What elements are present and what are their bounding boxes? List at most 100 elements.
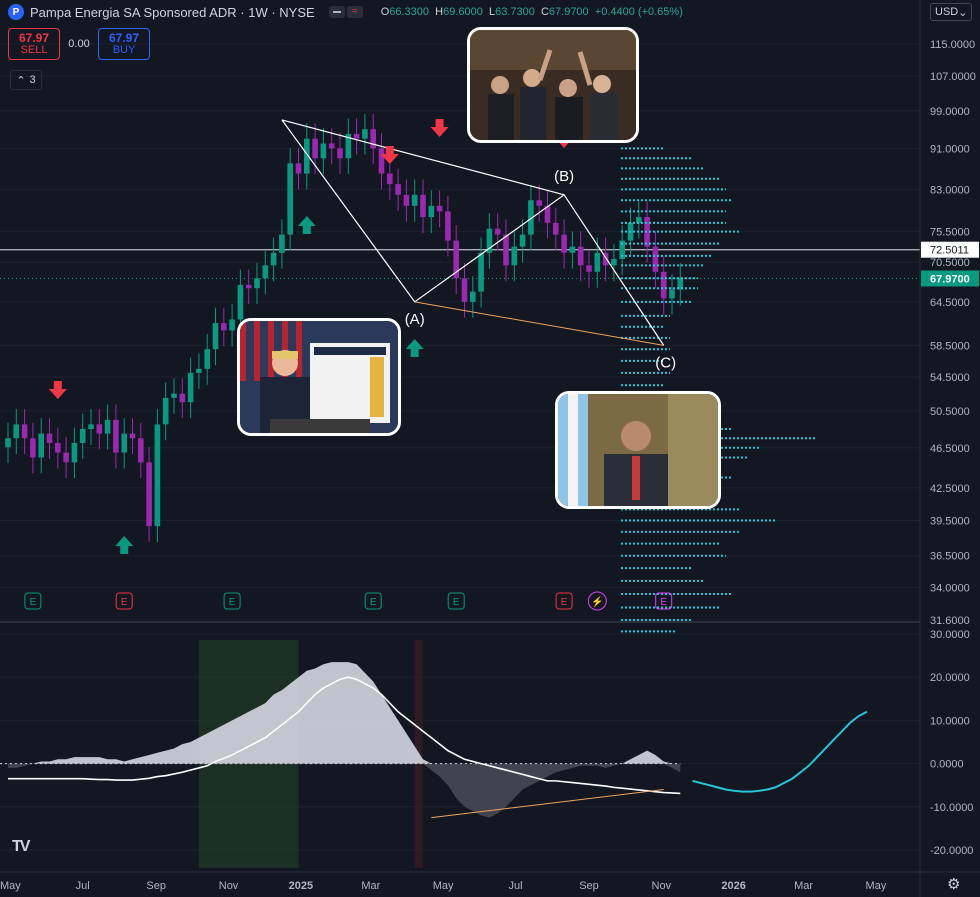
price-tick-label: 83.0000 — [930, 184, 970, 196]
candle-body — [660, 271, 667, 299]
buy-price: 67.97 — [108, 31, 140, 45]
price-tick-label: 31.6000 — [930, 615, 970, 627]
candle-body — [320, 143, 327, 159]
indicator-count: 3 — [29, 74, 36, 86]
price-tick-label: 54.5000 — [930, 372, 970, 384]
price-tick-label: 46.5000 — [930, 443, 970, 455]
price-tick-label: 75.5000 — [930, 227, 970, 239]
indicators-collapse-button[interactable]: ⌃ 3 — [10, 70, 42, 90]
volume-profile — [621, 147, 817, 633]
candle-body — [478, 252, 484, 292]
trade-panel: 67.97 SELL 0.00 67.97 BUY — [8, 28, 150, 60]
price-tick-label: 70.5000 — [930, 257, 970, 269]
price-axis: 115.0000 107.0000 99.0000 91.0000 83.0000 75.… — [919, 0, 980, 897]
earnings-marker-label: E — [370, 597, 377, 608]
candle-body — [436, 205, 443, 212]
candle-body — [494, 228, 501, 235]
candle-body — [428, 205, 435, 218]
chevron-up-icon: ⌃ — [16, 74, 26, 87]
close-value: 67.9700 — [548, 6, 589, 18]
time-tick-label: Jul — [76, 880, 90, 892]
candle-body — [154, 424, 161, 527]
candle-body — [511, 246, 518, 266]
eye-icon[interactable] — [328, 6, 345, 18]
price-tick-label: 91.0000 — [930, 143, 970, 155]
candle-body — [63, 452, 69, 463]
earnings-marker-label: E — [121, 597, 128, 608]
candle-body — [461, 278, 468, 302]
candle-body — [370, 129, 376, 149]
wave-label: (A) — [405, 311, 425, 328]
price-tick-label: 42.5000 — [930, 483, 970, 495]
photo-official-argentina — [555, 391, 721, 509]
price-tick-label: 39.5000 — [930, 516, 970, 528]
candle-body — [104, 419, 111, 434]
tradingview-logo-icon[interactable]: TV — [12, 838, 31, 856]
candle-body — [171, 393, 177, 398]
wave-icon[interactable]: ≈ — [346, 6, 363, 18]
candle-body — [245, 284, 252, 289]
photo-crowd-celebrating — [467, 27, 639, 143]
spread-value: 0.00 — [68, 38, 90, 50]
candle-body — [536, 200, 542, 206]
candle-body — [594, 252, 601, 272]
oscillator-tick-label: 20.0000 — [930, 672, 970, 684]
symbol-logo-icon: P — [8, 4, 24, 20]
earnings-marker-label: E — [30, 597, 37, 608]
candle-body — [179, 393, 186, 403]
price-tick-label: 107.0000 — [930, 71, 976, 83]
candle-body — [403, 194, 410, 206]
earnings-markers: E E E E E E ⚡ E — [24, 591, 673, 611]
candle-body — [569, 246, 576, 253]
symbol-title[interactable]: Pampa Energia SA Sponsored ADR · 1W · NY… — [30, 5, 315, 20]
arrow-up-icon — [115, 536, 134, 554]
candle-body — [387, 173, 393, 185]
sell-price: 67.97 — [18, 31, 50, 45]
low-value: 63.7300 — [495, 6, 535, 18]
candle-body — [229, 319, 235, 331]
price-tick-label: 115.0000 — [930, 39, 975, 51]
symbol-legend: P Pampa Energia SA Sponsored ADR · 1W · … — [8, 4, 683, 20]
time-tick-label: Jul — [508, 880, 522, 892]
wave-label: (C) — [655, 354, 676, 371]
candle-body — [55, 442, 61, 453]
photo-speaker-tariffs — [237, 318, 401, 436]
candle-body — [204, 349, 210, 369]
candle-body — [553, 222, 559, 235]
candle-body — [237, 284, 244, 320]
last-price-label: 67.9700 — [930, 273, 970, 285]
indicator-toggles[interactable]: ≈ — [328, 6, 363, 18]
high-value: 69.6000 — [443, 6, 483, 18]
candle-body — [420, 194, 426, 218]
oscillator-tick-label: 10.0000 — [930, 715, 970, 727]
oscillator-negative-area — [8, 763, 681, 818]
candle-body — [79, 428, 86, 443]
currency-selector[interactable]: USD ⌄ — [930, 3, 972, 21]
wave-label: (B) — [554, 168, 574, 185]
oscillator-tick-label: -20.0000 — [930, 845, 973, 857]
candle-body — [669, 289, 675, 299]
candle-body — [162, 397, 169, 425]
price-tick-label: 99.0000 — [930, 106, 970, 118]
time-tick-label: Nov — [652, 880, 672, 892]
buy-button[interactable]: 67.97 BUY — [98, 28, 150, 60]
candle-body — [5, 438, 11, 448]
candle-body — [196, 368, 202, 373]
time-tick-label: Mar — [361, 880, 380, 892]
crowd-image — [470, 30, 636, 140]
speaker-image — [240, 321, 398, 433]
candle-body — [503, 234, 509, 266]
candle-body — [21, 424, 28, 439]
candle-body — [295, 163, 302, 174]
oscillator-forecast-line — [692, 710, 868, 793]
candle-body — [71, 442, 78, 463]
gear-icon[interactable]: ⚙ — [947, 875, 960, 893]
official-image — [558, 394, 718, 506]
earnings-marker-label: E — [229, 597, 236, 608]
time-axis: May Jul Sep Nov 2025 Mar May Jul Sep Nov 2026 Mar Ma… — [0, 871, 980, 892]
sell-button[interactable]: 67.97 SELL — [8, 28, 60, 60]
time-tick-label: Sep — [579, 880, 599, 892]
oscillator-tick-label: -10.0000 — [930, 802, 973, 814]
candle-body — [262, 265, 269, 279]
candle-body — [212, 323, 219, 350]
